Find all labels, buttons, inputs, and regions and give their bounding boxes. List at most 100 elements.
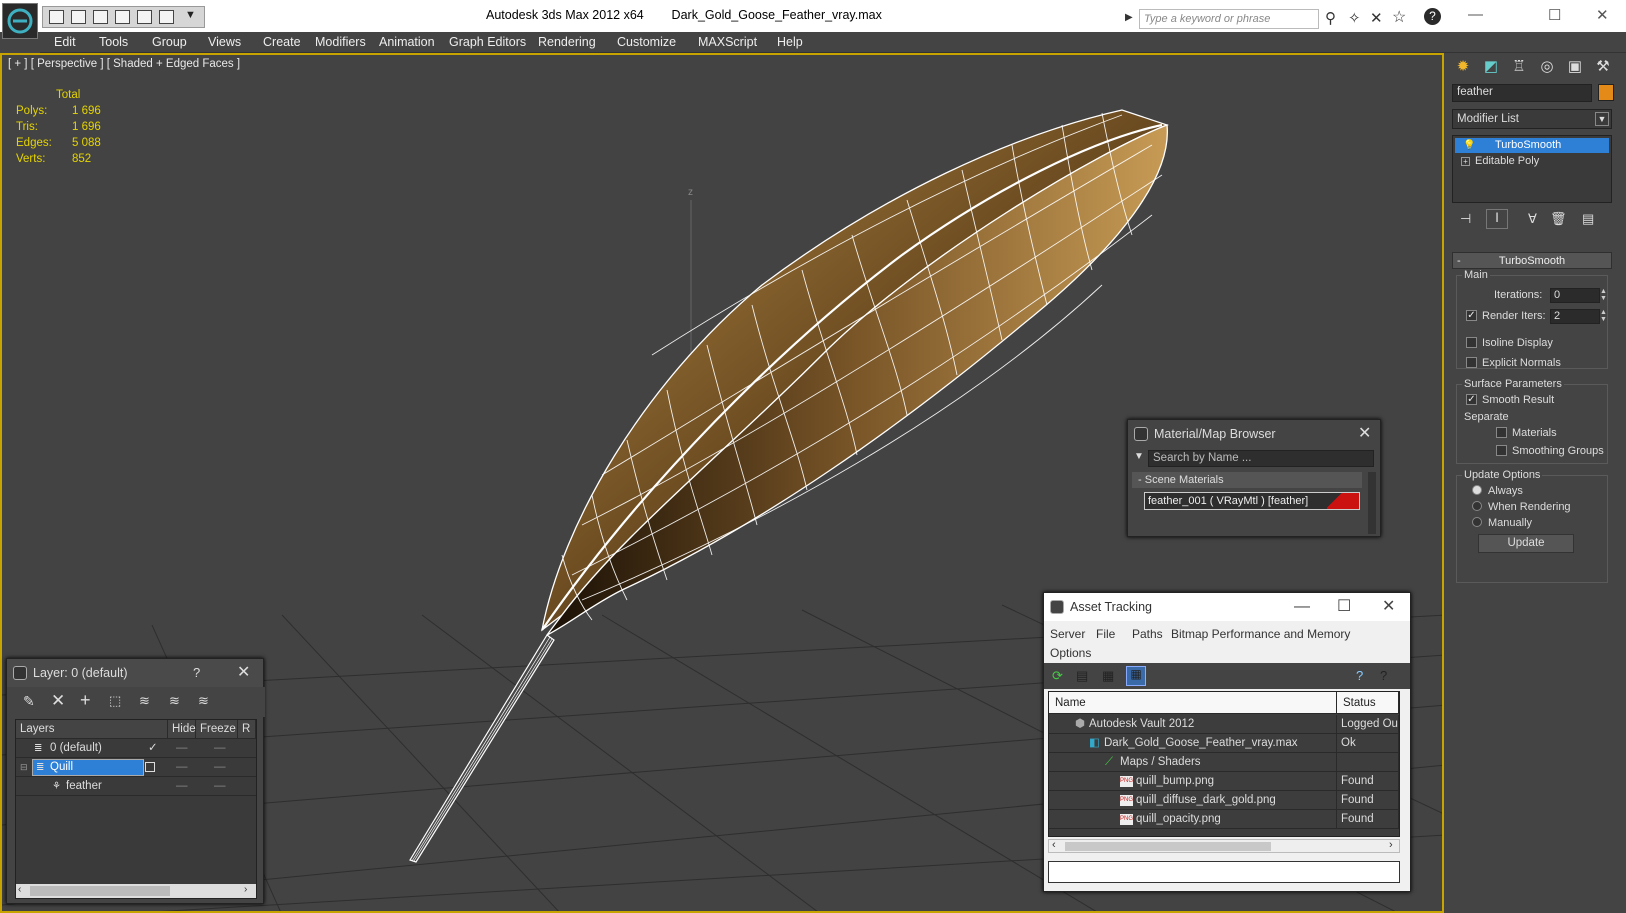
menu-options[interactable]: Options [1050, 646, 1091, 660]
menu-maxscript[interactable]: MAXScript [698, 35, 757, 49]
asset-path-field[interactable] [1048, 861, 1400, 883]
smoothing-groups-checkbox[interactable] [1496, 445, 1507, 456]
create-layer-icon[interactable]: ✎ [23, 693, 35, 710]
select-objects-icon[interactable]: ⬚ [109, 693, 121, 709]
highlight-layer-icon[interactable]: ≋ [139, 693, 150, 709]
update-always-radio[interactable] [1472, 485, 1482, 495]
menu-animation[interactable]: Animation [379, 35, 435, 49]
motion-tab-icon[interactable]: ◎ [1536, 57, 1558, 79]
layer-window-header[interactable]: Layer: 0 (default) ? ✕ [7, 659, 263, 687]
display-tab-icon[interactable]: ▣ [1564, 57, 1586, 79]
app-logo-icon[interactable] [2, 3, 38, 39]
modifier-list-dropdown[interactable]: Modifier List ▼ [1452, 109, 1612, 129]
column-hide[interactable]: Hide [168, 720, 196, 739]
server-help-icon[interactable]: ? [1356, 668, 1363, 683]
refresh-icon[interactable]: ⟳ [1052, 668, 1063, 684]
freeze-all-icon[interactable]: ≋ [198, 693, 209, 709]
menu-edit[interactable]: Edit [54, 35, 76, 49]
close-icon[interactable]: ✕ [1382, 593, 1395, 621]
binoculars-icon[interactable]: ⚲ [1325, 9, 1336, 27]
object-name-field[interactable]: feather [1452, 84, 1592, 102]
menu-bitmap-performance[interactable]: Bitmap Performance and Memory [1171, 627, 1350, 641]
maximize-icon[interactable]: ☐ [1548, 6, 1561, 24]
redo-icon[interactable] [137, 10, 152, 24]
browser-options-icon[interactable]: ▼ [1134, 451, 1144, 462]
expand-plus-icon[interactable]: + [1461, 157, 1470, 166]
close-icon[interactable]: ✕ [1358, 420, 1371, 448]
menu-customize[interactable]: Customize [617, 35, 676, 49]
scene-materials-header[interactable]: - Scene Materials [1132, 472, 1362, 488]
asset-row[interactable]: ⬢ Autodesk Vault 2012 Logged Ou [1049, 715, 1399, 734]
material-browser-header[interactable]: Material/Map Browser ✕ [1128, 420, 1380, 448]
render-iters-spinner[interactable]: 2 [1550, 309, 1600, 324]
update-manually-radio[interactable] [1472, 517, 1482, 527]
freeze-toggle-icon[interactable]: — [214, 739, 226, 758]
menu-create[interactable]: Create [263, 35, 301, 49]
smooth-result-checkbox[interactable]: ✓ [1466, 394, 1477, 405]
qa-dropdown-icon[interactable]: ▼ [185, 9, 196, 21]
asset-row[interactable]: PNG quill_bump.png Found [1049, 772, 1399, 791]
menu-paths[interactable]: Paths [1132, 627, 1163, 641]
material-search-input[interactable]: Search by Name ... [1148, 450, 1374, 467]
close-icon[interactable]: ✕ [237, 659, 250, 687]
thumbnail-view-icon[interactable]: ▦ [1102, 668, 1114, 684]
menu-tools[interactable]: Tools [99, 35, 128, 49]
close-icon[interactable]: ✕ [1596, 6, 1609, 24]
hide-all-icon[interactable]: ≋ [169, 693, 180, 709]
pin-stack-icon[interactable]: ⊣ [1460, 211, 1471, 227]
vertical-scrollbar[interactable] [1368, 472, 1376, 534]
iterations-spinner[interactable]: 0 [1550, 288, 1600, 303]
help-icon[interactable]: ? [193, 659, 200, 687]
layer-row-quill[interactable]: ⊟ ≣ Quill — — [16, 758, 256, 777]
remove-modifier-icon[interactable]: 🗑 [1550, 211, 1567, 227]
minimize-icon[interactable]: — [1468, 6, 1483, 23]
open-file-icon[interactable] [71, 10, 86, 24]
menu-file[interactable]: File [1096, 627, 1115, 641]
column-freeze[interactable]: Freeze [196, 720, 238, 739]
spinner-arrows-icon[interactable]: ▲ ▼ [1600, 288, 1607, 302]
viewport-label[interactable]: [ + ] [ Perspective ] [ Shaded + Edged F… [8, 58, 240, 70]
search-expand-icon[interactable]: ▶ [1125, 12, 1133, 23]
column-layers[interactable]: Layers [16, 720, 168, 739]
isoline-display-checkbox[interactable] [1466, 337, 1477, 348]
show-end-result-icon[interactable]: Ⅰ [1486, 209, 1508, 229]
menu-views[interactable]: Views [208, 35, 241, 49]
freeze-toggle-icon[interactable]: — [214, 758, 226, 777]
asset-row[interactable]: ⟋ Maps / Shaders [1049, 753, 1399, 772]
hide-toggle-icon[interactable]: — [176, 739, 188, 758]
create-tab-icon[interactable]: ✹ [1452, 57, 1474, 79]
help-icon[interactable]: ? [1380, 668, 1387, 683]
hide-toggle-icon[interactable]: — [176, 758, 188, 777]
project-folder-icon[interactable] [159, 10, 174, 24]
scroll-thumb[interactable] [1065, 842, 1271, 851]
layer-row-default[interactable]: ≣ 0 (default) ✓ — — [16, 739, 256, 758]
asset-row[interactable]: PNG quill_diffuse_dark_gold.png Found [1049, 791, 1399, 810]
active-check-icon[interactable]: ✓ [148, 739, 158, 758]
keyword-search-input[interactable]: Type a keyword or phrase [1139, 9, 1319, 29]
menu-graph-editors[interactable]: Graph Editors [449, 35, 526, 49]
update-button[interactable]: Update [1478, 534, 1574, 553]
hierarchy-tab-icon[interactable]: ♖ [1508, 57, 1530, 79]
new-file-icon[interactable] [49, 10, 64, 24]
menu-modifiers[interactable]: Modifiers [315, 35, 366, 49]
render-iters-checkbox[interactable]: ✓ [1466, 310, 1477, 321]
scroll-right-icon[interactable]: › [244, 884, 247, 895]
save-icon[interactable] [93, 10, 108, 24]
column-name[interactable]: Name [1049, 692, 1337, 714]
freeze-toggle-icon[interactable]: — [214, 777, 226, 796]
scroll-left-icon[interactable]: ‹ [1052, 839, 1056, 851]
menu-help[interactable]: Help [777, 35, 803, 49]
communication-icon[interactable]: ✕ [1370, 9, 1383, 27]
table-view-icon[interactable]: ▦ [1126, 666, 1146, 686]
asset-tracking-header[interactable]: Asset Tracking — ☐ ✕ [1044, 593, 1410, 621]
favorites-star-icon[interactable]: ☆ [1392, 7, 1406, 27]
separate-materials-checkbox[interactable] [1496, 427, 1507, 438]
set-current-icon[interactable] [145, 762, 155, 772]
maximize-icon[interactable]: ☐ [1337, 593, 1351, 621]
menu-group[interactable]: Group [152, 35, 187, 49]
horizontal-scrollbar[interactable]: ‹ › [1048, 839, 1400, 853]
add-to-layer-icon[interactable]: + [80, 690, 91, 711]
layer-row-feather[interactable]: ⚘ feather — — [16, 777, 256, 796]
lightbulb-icon[interactable]: 💡 [1463, 138, 1475, 153]
modify-tab-icon[interactable]: ◩ [1480, 57, 1502, 79]
